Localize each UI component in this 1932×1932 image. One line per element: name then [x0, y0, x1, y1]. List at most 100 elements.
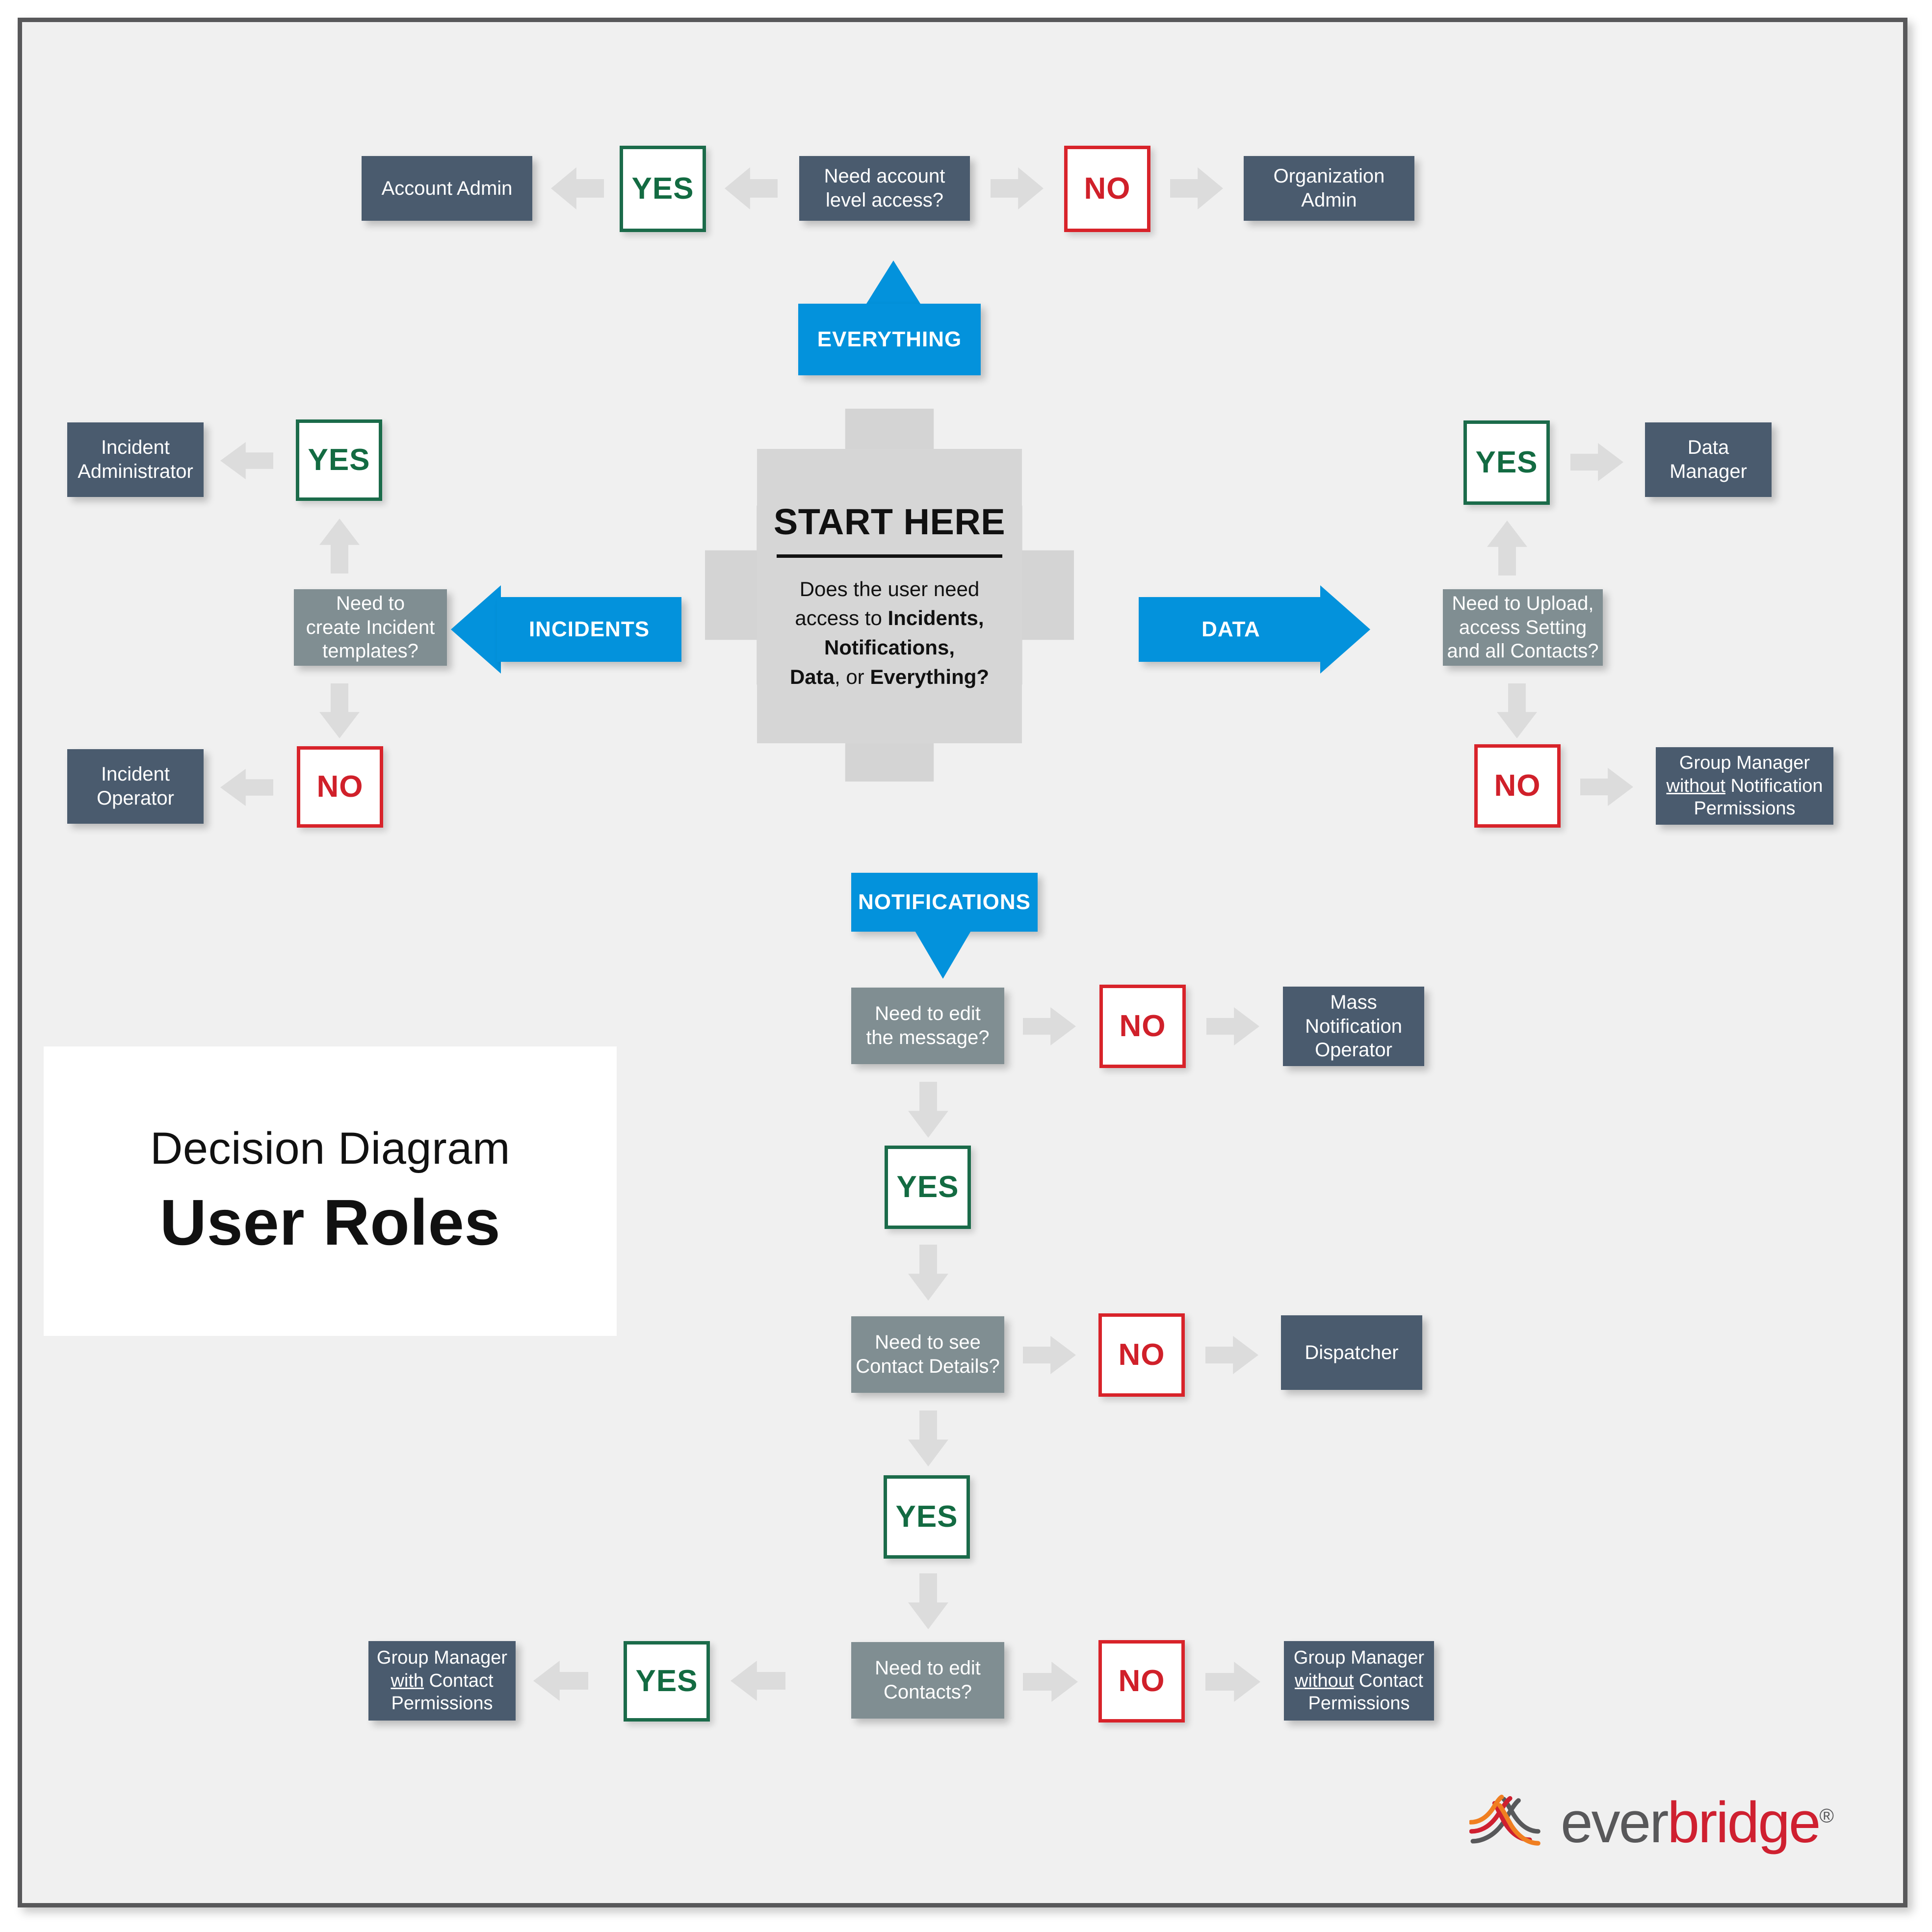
role-gm-wo-notif-line2: without Notification — [1667, 775, 1823, 797]
arrow-right-no-to-gm-without-contact — [1205, 1662, 1260, 1702]
yes-label-incidents: YES — [308, 443, 370, 477]
decision-yes-contact-details[interactable]: YES — [884, 1475, 970, 1559]
arrow-left-yes-to-gm-with-contact — [533, 1661, 588, 1701]
branch-tag-everything[interactable]: EVERYTHING — [798, 304, 981, 375]
question-incident-templates-line1: Need to — [336, 592, 405, 614]
question-edit-message-line2: the message? — [866, 1027, 990, 1048]
yes-label: YES — [631, 172, 694, 206]
role-gm-with-contact-underline: with — [391, 1670, 424, 1691]
title-plate: Decision Diagram User Roles — [44, 1046, 617, 1336]
role-gm-wo-contact-line3: Permissions — [1308, 1693, 1410, 1714]
everbridge-arcs-logo-mark — [1469, 1795, 1540, 1846]
role-account-admin[interactable]: Account Admin — [362, 156, 532, 221]
decision-yes-edit-contacts[interactable]: YES — [624, 1641, 710, 1722]
question-edit-contacts-line2: Contacts? — [883, 1681, 972, 1703]
yes-label-contact-details: YES — [895, 1500, 958, 1534]
role-incident-operator[interactable]: Incident Operator — [67, 749, 204, 824]
question-see-contact-details[interactable]: Need to see Contact Details? — [851, 1316, 1004, 1393]
role-gm-with-contact-line2-rest: Contact — [424, 1670, 494, 1691]
arrow-up-data-question-to-yes — [1487, 521, 1527, 575]
role-group-manager-with-contact-permissions[interactable]: Group Manager with Contact Permissions — [368, 1641, 516, 1721]
role-incident-administrator-line2: Administrator — [78, 461, 193, 482]
role-data-manager[interactable]: Data Manager — [1645, 422, 1772, 497]
yes-label-edit-contacts: YES — [635, 1664, 698, 1698]
decision-no-account-level[interactable]: NO — [1064, 146, 1150, 232]
decision-no-edit-message[interactable]: NO — [1099, 985, 1186, 1068]
question-contact-details-line1: Need to see — [875, 1332, 981, 1354]
question-data-line2: access Setting — [1459, 616, 1587, 638]
role-dispatcher[interactable]: Dispatcher — [1281, 1315, 1422, 1390]
question-incident-templates-line3: templates? — [322, 640, 418, 662]
diagram-frame: Account Admin YES Need account level acc… — [18, 18, 1907, 1907]
role-incident-administrator-line1: Incident — [101, 437, 170, 459]
question-edit-contacts[interactable]: Need to edit Contacts? — [851, 1642, 1004, 1719]
role-gm-wo-contact-line2: without Contact — [1295, 1670, 1423, 1692]
no-label-data: NO — [1494, 769, 1541, 803]
role-mno-line2: Notification — [1305, 1015, 1402, 1037]
role-gm-with-contact-line3: Permissions — [391, 1693, 493, 1714]
arrow-left-no-to-incident-operator — [220, 769, 273, 806]
arrow-right-no-to-dispatcher — [1205, 1336, 1258, 1374]
start-here-divider — [777, 554, 1002, 558]
arrow-right-question-to-no — [991, 167, 1044, 209]
decision-no-incident-templates[interactable]: NO — [297, 746, 383, 828]
role-incident-operator-line1: Incident — [101, 763, 170, 785]
question-create-incident-templates[interactable]: Need to create Incident templates? — [294, 589, 447, 666]
branch-tag-data[interactable]: DATA — [1139, 597, 1323, 662]
no-label-edit-contacts: NO — [1118, 1664, 1165, 1698]
everbridge-wordmark: everbridge® — [1561, 1794, 1834, 1852]
arrow-down-yes-to-edit-contacts — [908, 1573, 948, 1629]
no-label-edit-message: NO — [1119, 1009, 1166, 1044]
arrow-down-yes-to-contact-details — [908, 1245, 948, 1301]
role-organization-admin[interactable]: Organization Admin — [1244, 156, 1414, 221]
start-q-line4-bold2: Everything? — [870, 665, 990, 688]
yes-label-edit-message: YES — [896, 1170, 959, 1204]
registered-trademark-icon: ® — [1819, 1805, 1834, 1827]
question-edit-the-message[interactable]: Need to edit the message? — [851, 988, 1004, 1064]
branch-tag-incidents[interactable]: INCIDENTS — [497, 597, 681, 662]
branch-tag-data-label: DATA — [1201, 617, 1260, 641]
decision-yes-account-level[interactable]: YES — [620, 146, 706, 232]
decision-yes-edit-message[interactable]: YES — [885, 1146, 971, 1229]
start-q-line1: Does the user need — [799, 577, 980, 600]
arrow-down-question-to-no-incidents — [319, 683, 360, 738]
arrow-down-edit-message-to-yes — [908, 1082, 948, 1138]
role-data-manager-line2: Manager — [1670, 461, 1747, 482]
question-account-level-access[interactable]: Need account level access? — [799, 156, 970, 221]
arrow-left-edit-contacts-to-yes — [731, 1661, 785, 1701]
arrow-right-yes-to-data-manager — [1570, 443, 1623, 481]
branch-tag-everything-label: EVERYTHING — [817, 327, 962, 351]
role-mno-line3: Operator — [1315, 1039, 1392, 1061]
role-group-manager-without-notification[interactable]: Group Manager without Notification Permi… — [1656, 747, 1833, 825]
role-gm-with-contact-line1: Group Manager — [376, 1647, 508, 1669]
decision-no-contact-details[interactable]: NO — [1098, 1313, 1185, 1397]
arrow-right-edit-message-to-no — [1023, 1007, 1076, 1045]
arrow-left-question-to-yes — [725, 167, 778, 209]
role-incident-administrator[interactable]: Incident Administrator — [67, 422, 204, 497]
decision-yes-incident-templates[interactable]: YES — [296, 419, 382, 501]
role-mno-line1: Mass — [1330, 991, 1377, 1013]
logo-bridge-text: bridge — [1667, 1790, 1821, 1855]
arrow-down-contact-details-to-yes — [908, 1410, 948, 1466]
role-data-manager-line1: Data — [1687, 437, 1729, 459]
start-here-block: START HERE Does the user need access to … — [757, 449, 1022, 743]
arrow-right-contact-details-to-no — [1023, 1336, 1076, 1374]
arrow-left-yes-to-incident-administrator — [220, 442, 273, 479]
start-here-title: START HERE — [773, 501, 1006, 542]
branch-tag-notifications[interactable]: NOTIFICATIONS — [851, 873, 1038, 932]
arrow-right-no-to-mass-notification-operator — [1206, 1007, 1259, 1045]
start-q-line3-bold: Notifications, — [824, 636, 955, 659]
logo-ever-text: ever — [1560, 1790, 1669, 1855]
question-contact-details-line2: Contact Details? — [856, 1356, 1000, 1377]
role-group-manager-without-contact-permissions[interactable]: Group Manager without Contact Permission… — [1284, 1641, 1434, 1721]
arrow-left-yes-to-account-admin — [551, 167, 604, 209]
start-q-line4-plain: , or — [834, 665, 870, 688]
branch-tag-incidents-label: INCIDENTS — [528, 617, 650, 641]
decision-no-edit-contacts[interactable]: NO — [1098, 1640, 1185, 1723]
question-upload-access-settings-contacts[interactable]: Need to Upload, access Setting and all C… — [1443, 589, 1603, 666]
decision-yes-data-upload[interactable]: YES — [1463, 420, 1550, 505]
no-label-contact-details: NO — [1118, 1338, 1165, 1372]
role-mass-notification-operator[interactable]: Mass Notification Operator — [1283, 987, 1424, 1066]
decision-no-data-upload[interactable]: NO — [1474, 744, 1561, 828]
start-here-question: Does the user need access to Incidents, … — [790, 574, 989, 692]
